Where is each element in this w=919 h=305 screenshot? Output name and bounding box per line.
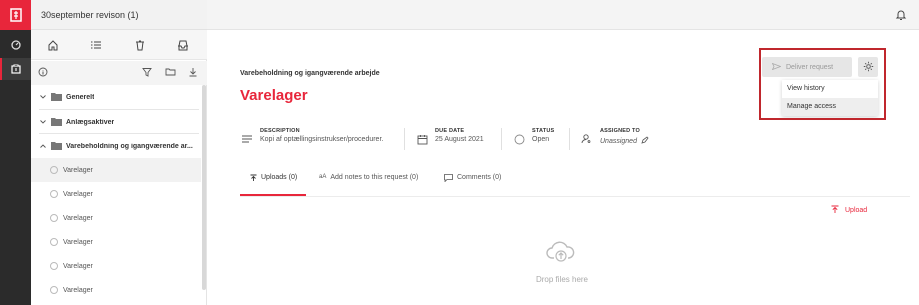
tab-notes[interactable]: aA Add notes to this request (0) — [319, 174, 418, 194]
comment-icon — [444, 174, 453, 184]
folder-open-icon[interactable] — [164, 66, 176, 78]
upload-button[interactable]: Upload — [831, 205, 867, 216]
assigned-to-field[interactable]: ASSIGNED TO Unassigned — [580, 128, 649, 156]
upload-label: Upload — [845, 207, 868, 214]
assigned-to-value: Unassigned — [600, 137, 637, 145]
status-circle-icon — [512, 132, 526, 146]
status-circle-icon — [50, 238, 58, 246]
tab-comments[interactable]: Comments (0) — [444, 174, 501, 194]
filter-icon[interactable] — [141, 66, 153, 78]
dashboard-icon[interactable] — [0, 34, 31, 56]
status-circle-icon — [50, 262, 58, 270]
description-icon — [240, 132, 254, 146]
due-date-field[interactable]: DUE DATE 25 August 2021 — [415, 128, 484, 156]
divider — [569, 128, 570, 150]
tab-label: Add notes to this request (0) — [330, 174, 419, 181]
home-icon[interactable] — [46, 38, 60, 52]
folder-icon — [51, 93, 62, 101]
drop-zone-text[interactable]: Drop files here — [517, 275, 607, 284]
inbox-icon[interactable] — [176, 38, 190, 52]
status-field[interactable]: STATUS Open — [512, 128, 554, 156]
assigned-to-label: ASSIGNED TO — [600, 128, 640, 134]
description-label: DESCRIPTION — [260, 128, 300, 134]
tree-item-label: Varelager — [63, 262, 93, 270]
status-circle-icon — [50, 214, 58, 222]
page-title: Varelager — [240, 87, 308, 104]
tree-item-label: Varelager — [63, 286, 93, 294]
binder-panel: 30september revison (1) Generelt Anlægsa… — [31, 0, 207, 305]
download-icon[interactable] — [187, 66, 199, 78]
tree-folder[interactable]: Generelt — [31, 85, 201, 109]
tree-scrollbar[interactable] — [202, 85, 206, 290]
tab-uploads[interactable]: Uploads (0) — [250, 174, 297, 194]
tree-item-label: Varelager — [63, 238, 93, 246]
tree-folder-label: Anlægsaktiver — [66, 118, 115, 126]
top-bar — [207, 0, 919, 30]
tree-item[interactable]: Varelager — [31, 182, 201, 206]
tree-item[interactable]: Varelager — [31, 206, 201, 230]
request-detail: Varebeholdning og igangværende arbejde V… — [207, 30, 919, 305]
tree-item[interactable]: Varelager — [31, 230, 201, 254]
chevron-up-icon[interactable] — [39, 144, 47, 148]
tree-item[interactable]: Varelager — [31, 254, 201, 278]
binder-title: 30september revison (1) — [31, 0, 207, 30]
tree-item-label: Varelager — [63, 166, 93, 174]
folder-icon — [51, 142, 62, 150]
tree-item-label: Varelager — [63, 190, 93, 198]
description-value: Kopi af optællingsinstrukser/procedurer. — [260, 136, 384, 143]
info-icon[interactable] — [37, 66, 49, 78]
tree-item[interactable]: Varelager — [31, 158, 201, 182]
upload-icon — [250, 174, 257, 184]
tree-item[interactable]: Varelager — [31, 278, 201, 302]
tree-folder-label: Varebeholdning og igangværende ar... — [66, 142, 193, 150]
tree-folder[interactable]: Varebeholdning og igangværende ar... — [31, 134, 201, 158]
highlight-box — [759, 48, 886, 120]
chevron-down-icon[interactable] — [39, 95, 47, 99]
cloud-upload-icon — [546, 239, 576, 265]
status-circle-icon — [50, 286, 58, 294]
user-settings-icon — [580, 132, 594, 146]
divider — [404, 128, 405, 150]
upload-icon — [831, 205, 839, 216]
chevron-down-icon[interactable] — [39, 120, 47, 124]
status-label: STATUS — [532, 128, 555, 134]
tree-folder[interactable]: Anlægsaktiver — [31, 110, 201, 134]
trash-icon[interactable] — [133, 38, 147, 52]
due-date-label: DUE DATE — [435, 128, 465, 134]
tab-label: Uploads (0) — [261, 174, 298, 181]
status-circle-icon — [50, 166, 58, 174]
description-field[interactable]: DESCRIPTION Kopi af optællingsinstrukser… — [240, 128, 383, 156]
font-size-icon: aA — [319, 174, 327, 180]
bell-icon[interactable] — [895, 9, 907, 21]
list-icon[interactable] — [89, 38, 103, 52]
divider — [240, 196, 910, 197]
panel-toolbar — [31, 61, 207, 85]
app-rail — [0, 0, 31, 305]
status-value: Open — [532, 136, 550, 143]
status-circle-icon — [50, 190, 58, 198]
divider — [501, 128, 502, 150]
logo-icon[interactable] — [0, 0, 31, 30]
tab-label: Comments (0) — [457, 174, 502, 181]
panel-nav — [31, 30, 207, 60]
pencil-icon[interactable] — [641, 136, 649, 146]
due-date-value: 25 August 2021 — [435, 136, 484, 143]
binder-icon[interactable] — [0, 58, 31, 80]
breadcrumb: Varebeholdning og igangværende arbejde — [240, 70, 380, 77]
folder-icon — [51, 118, 62, 126]
tree-folder-label: Generelt — [66, 93, 95, 101]
calendar-icon — [415, 132, 429, 146]
tree-item-label: Varelager — [63, 214, 93, 222]
